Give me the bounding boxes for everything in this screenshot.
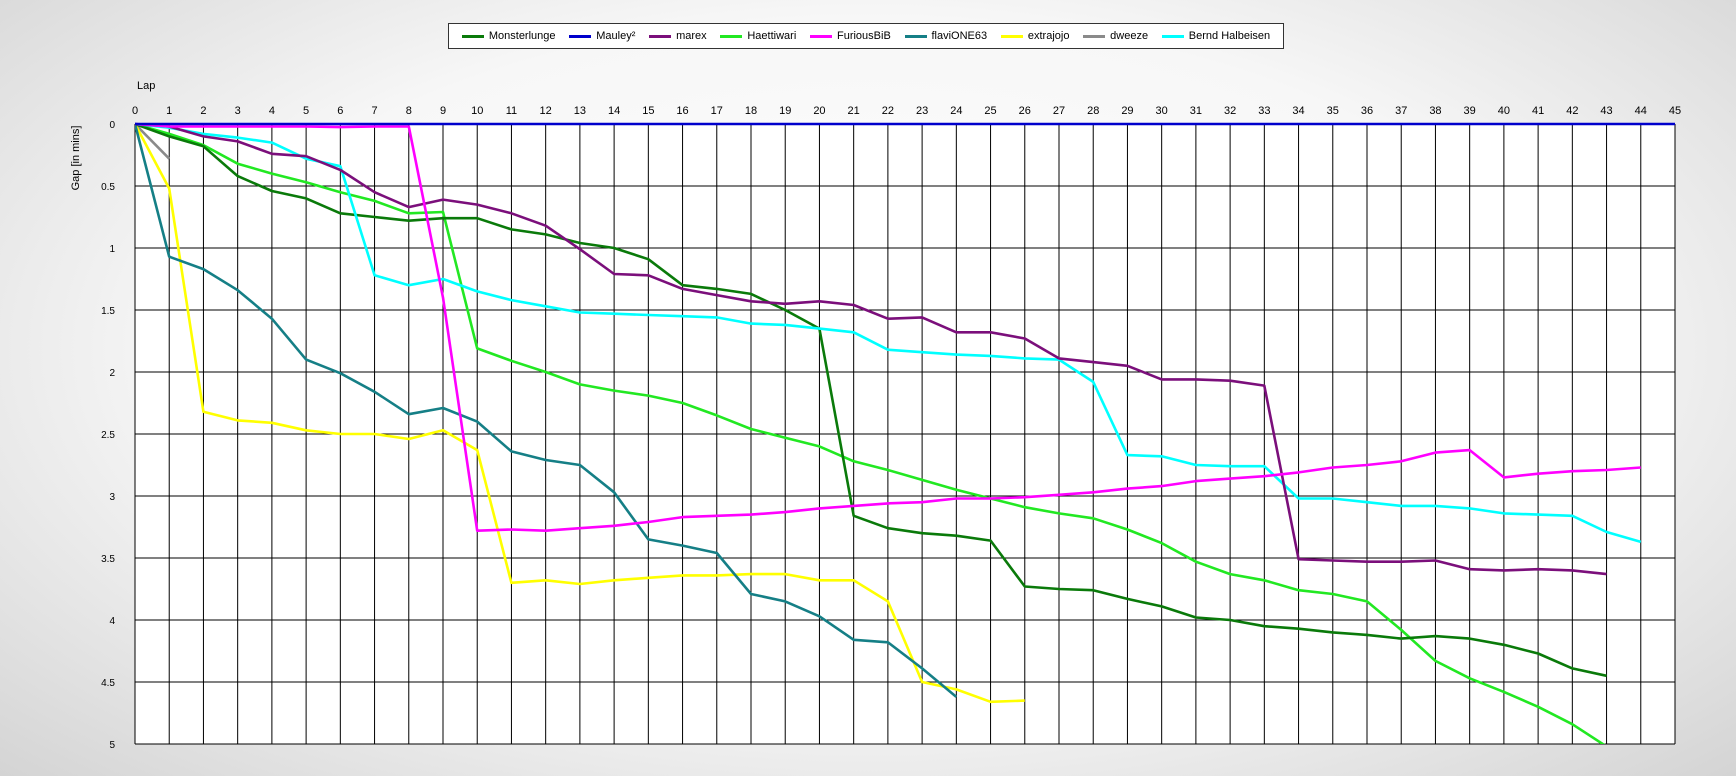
x-tick-label: 2 — [200, 105, 206, 117]
legend-item-monsterlunge: Monsterlunge — [461, 30, 556, 42]
series-line-extrajojo — [135, 123, 1025, 704]
y-tick-label: 3 — [109, 492, 115, 503]
x-tick-label: 3 — [235, 105, 241, 117]
legend-swatch — [569, 34, 592, 38]
x-tick-label: 1 — [166, 105, 172, 117]
legend-item-furiousbib: FuriousBiB — [809, 30, 891, 42]
legend-swatch — [1000, 34, 1023, 38]
legend-label: flaviONE63 — [931, 30, 988, 42]
x-tick-label: 27 — [1053, 105, 1065, 117]
legend-swatch — [720, 34, 743, 38]
chart-legend: Monsterlunge Mauley² marex Haettiwari Furiou… — [448, 23, 1284, 49]
plot-area — [135, 124, 1675, 744]
x-tick-label: 38 — [1429, 105, 1441, 117]
x-tick-label: 21 — [848, 105, 860, 117]
x-tick-label: 30 — [1156, 105, 1168, 117]
y-tick-label: 3.5 — [101, 554, 115, 565]
x-tick-label: 28 — [1087, 105, 1099, 117]
x-tick-label: 32 — [1224, 105, 1236, 117]
legend-label: extrajojo — [1027, 30, 1070, 42]
legend-swatch — [461, 34, 484, 38]
x-tick-label: 4 — [269, 105, 275, 117]
legend-label: Monsterlunge — [488, 30, 556, 42]
x-tick-label: 14 — [608, 105, 620, 117]
legend-item-marex: marex — [649, 30, 707, 42]
x-axis-label: Lap — [137, 80, 155, 92]
x-tick-label: 22 — [882, 105, 894, 117]
y-tick-label: 5 — [109, 740, 115, 751]
x-tick-label: 7 — [371, 105, 377, 117]
legend-swatch — [649, 34, 672, 38]
x-tick-label: 10 — [471, 105, 483, 117]
x-tick-label: 24 — [950, 105, 962, 117]
y-tick-label: 0 — [109, 120, 115, 131]
legend-item-mauley: Mauley² — [569, 30, 635, 42]
legend-item-bernd: Bernd Halbeisen — [1161, 30, 1271, 42]
x-tick-label: 39 — [1464, 105, 1476, 117]
series-line-marex — [135, 122, 1607, 576]
x-tick-label: 26 — [1019, 105, 1031, 117]
legend-item-haettiwari: Haettiwari — [720, 30, 796, 42]
y-tick-label: 0.5 — [101, 182, 115, 193]
x-tick-label: 15 — [642, 105, 654, 117]
lap-gap-chart: Monsterlunge Mauley² marex Haettiwari Furiou… — [0, 0, 1736, 776]
x-tick-label: 42 — [1566, 105, 1578, 117]
x-tick-label: 45 — [1669, 105, 1681, 117]
y-tick-label: 4.5 — [101, 678, 115, 689]
x-tick-label: 18 — [745, 105, 757, 117]
chart-plot: 0 1 2 3 4 5 6 7 8 9 10 11 12 13 14 15 16 17 18 19 20 21 22 23 24… — [70, 80, 1681, 751]
y-tick-label: 1.5 — [101, 306, 115, 317]
x-tick-label: 37 — [1395, 105, 1407, 117]
y-tick-label: 2.5 — [101, 430, 115, 441]
x-tick-label: 36 — [1361, 105, 1373, 117]
series-line-bernd — [135, 122, 1642, 544]
x-tick-label: 33 — [1258, 105, 1270, 117]
legend-item-flavione63: flaviONE63 — [904, 30, 988, 42]
legend-swatch — [1083, 34, 1106, 38]
x-tick-label: 41 — [1532, 105, 1544, 117]
x-tick-label: 34 — [1292, 105, 1304, 117]
x-tick-label: 23 — [916, 105, 928, 117]
legend-item-extrajojo: extrajojo — [1000, 30, 1070, 42]
x-tick-label: 0 — [132, 105, 138, 117]
y-tick-label: 2 — [109, 368, 115, 379]
legend-label: Haettiwari — [747, 30, 797, 42]
x-tick-label: 16 — [676, 105, 688, 117]
x-tick-label: 19 — [779, 105, 791, 117]
legend-label: dweeze — [1110, 30, 1149, 42]
x-tick-label: 17 — [711, 105, 723, 117]
x-tick-label: 29 — [1121, 105, 1133, 117]
legend-swatch — [1161, 34, 1184, 38]
y-tick-label: 1 — [109, 244, 115, 255]
y-axis-label: Gap [in mins] — [70, 126, 82, 191]
x-tick-label: 44 — [1635, 105, 1647, 117]
legend-swatch — [904, 34, 927, 38]
x-tick-label: 31 — [1190, 105, 1202, 117]
x-tick-label: 5 — [303, 105, 309, 117]
legend-swatch — [809, 34, 832, 38]
x-tick-label: 40 — [1498, 105, 1510, 117]
legend-label: FuriousBiB — [836, 30, 891, 42]
x-tick-label: 9 — [440, 105, 446, 117]
series-line-haettiwari — [135, 122, 1606, 744]
series-line-monsterlunge — [135, 122, 1607, 678]
legend-label: marex — [676, 30, 707, 42]
x-tick-label: 35 — [1327, 105, 1339, 117]
legend-item-dweeze: dweeze — [1083, 30, 1148, 42]
series-line-flavione63 — [135, 123, 958, 698]
x-tick-label: 13 — [574, 105, 586, 117]
x-tick-label: 11 — [506, 105, 517, 117]
x-tick-label: 43 — [1600, 105, 1612, 117]
x-tick-label: 25 — [984, 105, 996, 117]
legend-label: Mauley² — [596, 30, 636, 42]
x-tick-label: 6 — [337, 105, 343, 117]
series-line-dweeze — [135, 123, 171, 160]
x-tick-label: 20 — [813, 105, 825, 117]
legend-label: Bernd Halbeisen — [1188, 30, 1271, 42]
series-line-furiousbib — [135, 122, 1641, 533]
x-tick-label: 12 — [540, 105, 552, 117]
x-tick-label: 8 — [406, 105, 412, 117]
y-tick-label: 4 — [109, 616, 115, 627]
